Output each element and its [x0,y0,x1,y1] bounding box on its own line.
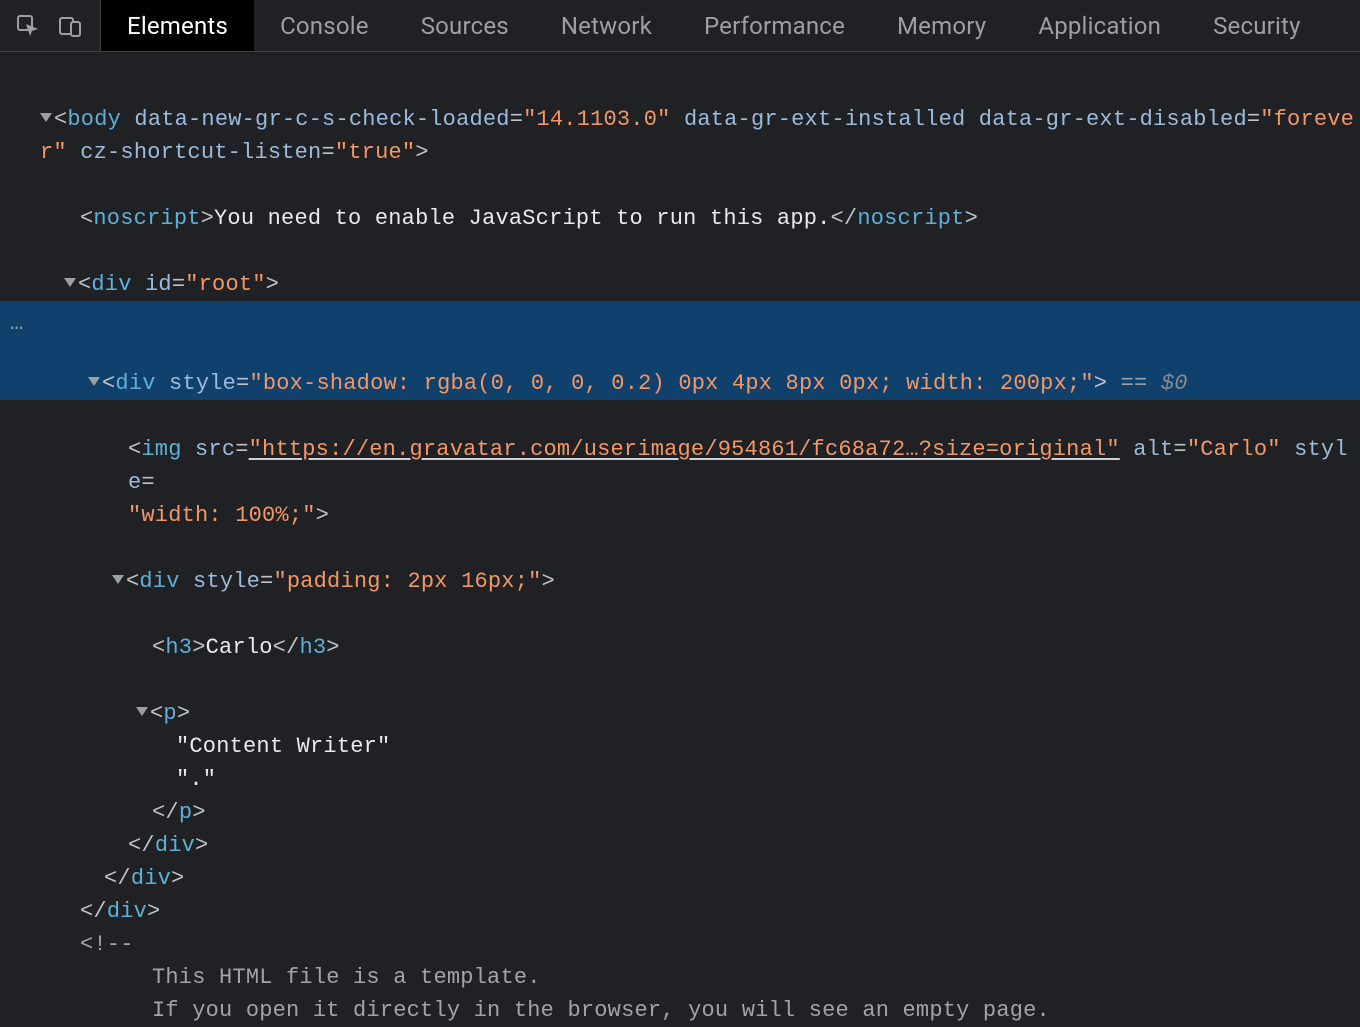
tab-memory[interactable]: Memory [871,0,1012,51]
device-toolbar-icon[interactable] [58,14,82,38]
tab-elements[interactable]: Elements [101,0,254,51]
node-comment-line-1: This HTML file is a template. [0,961,1360,994]
tab-security[interactable]: Security [1187,0,1327,51]
toolbar-icon-group [0,0,101,51]
tab-console[interactable]: Console [254,0,395,51]
disclosure-triangle-icon[interactable] [136,707,148,716]
disclosure-triangle-icon[interactable] [112,575,124,584]
node-body-open[interactable]: <body data-new-gr-c-s-check-loaded="14.1… [0,70,1360,169]
node-div-padding[interactable]: <div style="padding: 2px 16px;"> [0,532,1360,598]
node-div-padding-close[interactable]: </div> [0,829,1360,862]
node-comment-open[interactable]: <!-- [0,928,1360,961]
node-p-text-1[interactable]: "Content Writer" [0,730,1360,763]
node-comment-line-2: If you open it directly in the browser, … [0,994,1360,1027]
node-img[interactable]: <img src="https://en.gravatar.com/userim… [0,400,1360,532]
node-div-card-close[interactable]: </div> [0,862,1360,895]
disclosure-triangle-icon[interactable] [88,377,100,386]
node-div-root-close[interactable]: </div> [0,895,1360,928]
node-p-text-2[interactable]: "." [0,763,1360,796]
tab-sources[interactable]: Sources [395,0,535,51]
disclosure-triangle-icon[interactable] [40,113,52,122]
disclosure-triangle-icon[interactable] [64,278,76,287]
tab-performance[interactable]: Performance [678,0,871,51]
devtools-tabs: Elements Console Sources Network Perform… [101,0,1327,51]
node-h3[interactable]: <h3>Carlo</h3> [0,598,1360,664]
node-div-card-selected[interactable]: … <div style="box-shadow: rgba(0, 0, 0, … [0,301,1360,400]
inspect-element-icon[interactable] [16,14,40,38]
tab-application[interactable]: Application [1012,0,1187,51]
node-div-root[interactable]: <div id="root"> [0,235,1360,301]
elements-dom-tree: <body data-new-gr-c-s-check-loaded="14.1… [0,52,1360,1027]
tab-network[interactable]: Network [535,0,678,51]
devtools-toolbar: Elements Console Sources Network Perform… [0,0,1360,52]
node-p-close[interactable]: </p> [0,796,1360,829]
node-p-open[interactable]: <p> [0,664,1360,730]
selection-marker-icon: … [10,307,27,340]
node-noscript[interactable]: <noscript>You need to enable JavaScript … [0,169,1360,235]
